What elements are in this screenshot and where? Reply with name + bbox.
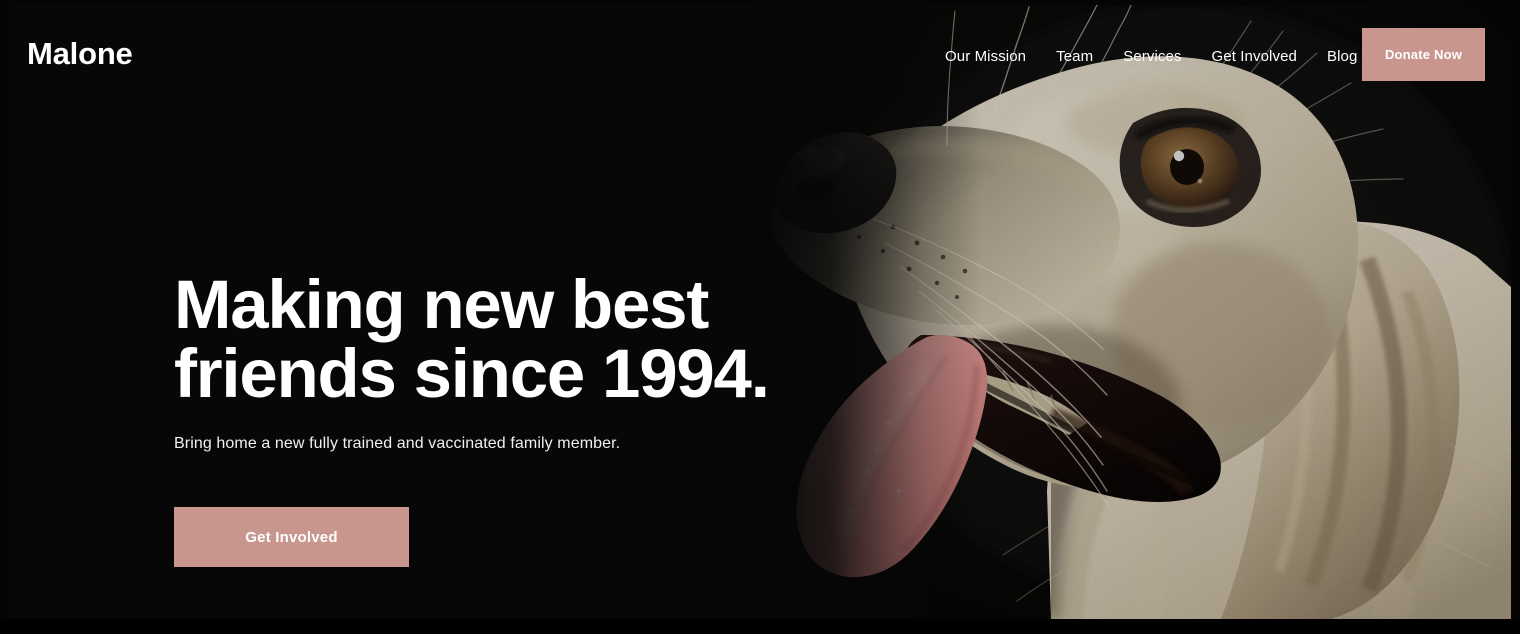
viewport-edge-right	[1511, 0, 1520, 634]
main-navigation: Our Mission Team Services Get Involved B…	[945, 49, 1357, 64]
nav-item-team[interactable]: Team	[1056, 49, 1093, 64]
site-header: Malone Our Mission Team Services Get Inv…	[10, 5, 1511, 115]
landing-page: Malone Our Mission Team Services Get Inv…	[0, 0, 1520, 634]
nav-item-services[interactable]: Services	[1123, 49, 1181, 64]
nav-item-our-mission[interactable]: Our Mission	[945, 49, 1026, 64]
hero-headline-line-2: friends since 1994.	[174, 335, 770, 412]
hero-content: Making new best friends since 1994. Brin…	[174, 270, 834, 567]
get-involved-button[interactable]: Get Involved	[174, 507, 409, 567]
hero-headline: Making new best friends since 1994.	[174, 270, 834, 408]
hero-section: Malone Our Mission Team Services Get Inv…	[10, 5, 1511, 619]
nav-item-blog[interactable]: Blog	[1327, 49, 1357, 64]
viewport-edge-bottom	[0, 619, 1520, 634]
donate-now-button[interactable]: Donate Now	[1362, 28, 1485, 81]
hero-subheadline: Bring home a new fully trained and vacci…	[174, 435, 621, 452]
brand-logo[interactable]: Malone	[27, 38, 133, 69]
hero-headline-line-1: Making new best	[174, 266, 709, 343]
viewport-edge-left	[0, 0, 10, 634]
nav-item-get-involved[interactable]: Get Involved	[1212, 49, 1297, 64]
